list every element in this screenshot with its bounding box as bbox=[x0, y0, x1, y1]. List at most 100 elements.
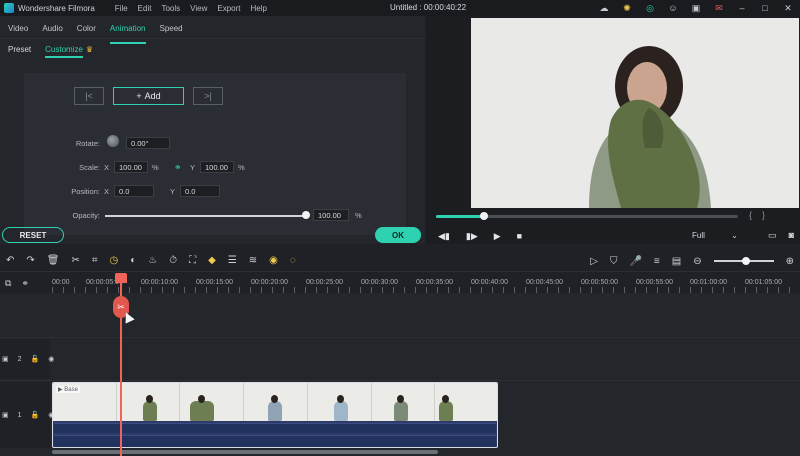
tab-video[interactable]: Video bbox=[8, 24, 28, 38]
preview-person-image bbox=[471, 18, 799, 208]
playhead-handle[interactable] bbox=[115, 273, 127, 283]
user-icon[interactable]: ☺ bbox=[667, 2, 679, 14]
lock-icon[interactable]: 🔓 bbox=[31, 355, 40, 363]
link-icon[interactable]: ⚭ bbox=[174, 162, 182, 173]
zoom-out-icon[interactable]: ⊖ bbox=[693, 256, 701, 267]
video-clip[interactable]: ▶ Base bbox=[52, 382, 498, 448]
position-y-axis: Y bbox=[170, 187, 176, 196]
preview-panel: {} ◀▮ ▮▶ ▶ ■ Full ⌄ ▭ ◙ bbox=[426, 16, 800, 244]
edit-panel: Video Audio Color Animation Speed Preset… bbox=[0, 16, 425, 244]
zoom-slider-thumb[interactable] bbox=[741, 257, 750, 265]
link-track-icon[interactable]: ⚭ bbox=[21, 278, 29, 293]
menu-help[interactable]: Help bbox=[250, 4, 266, 13]
subtab-customize[interactable]: Customize bbox=[45, 45, 83, 54]
timeline-toolbar-right: ▷ ⛉ 🎤 ≡ ▤ ⊖ ⊕ bbox=[590, 250, 794, 272]
play-reverse-icon[interactable]: ▮▶ bbox=[466, 231, 478, 242]
undo-icon[interactable]: ↶ bbox=[6, 255, 14, 266]
opacity-slider-thumb[interactable] bbox=[302, 211, 310, 219]
cut-icon[interactable]: ✂ bbox=[71, 255, 79, 266]
stop-icon[interactable]: ■ bbox=[517, 231, 522, 242]
tab-color[interactable]: Color bbox=[77, 24, 96, 38]
ok-button[interactable]: OK bbox=[375, 227, 421, 243]
tab-animation[interactable]: Animation bbox=[109, 24, 146, 44]
timer-icon[interactable]: ⏱ bbox=[169, 255, 177, 266]
keyframe-icon[interactable]: ◆ bbox=[208, 255, 216, 266]
keyframe-editor: |< + Add >| Rotate: 0.00° Scale: X 100.0… bbox=[24, 73, 406, 235]
menu-edit[interactable]: Edit bbox=[138, 4, 152, 13]
lock-icon[interactable]: 🔓 bbox=[31, 411, 40, 419]
tab-speed[interactable]: Speed bbox=[160, 24, 183, 38]
marker-icon[interactable]: ⛉ bbox=[610, 256, 618, 267]
position-x-field[interactable]: 0.0 bbox=[114, 185, 154, 197]
snap-icon[interactable]: ▤ bbox=[672, 256, 681, 267]
video-preview bbox=[471, 18, 799, 208]
preview-progress bbox=[436, 215, 485, 218]
add-keyframe-button[interactable]: + Add bbox=[113, 87, 184, 105]
subtab-preset[interactable]: Preset bbox=[8, 45, 31, 59]
title-icons: ☁ ✺ ◎ ☺ ▣ ✉ – □ ✕ bbox=[598, 2, 794, 14]
mixer-icon[interactable]: ≡ bbox=[654, 256, 660, 267]
track-header-1: ▣1 🔓 ◉ bbox=[0, 382, 54, 448]
menu-view[interactable]: View bbox=[190, 4, 207, 13]
quality-select[interactable]: Full ⌄ bbox=[692, 231, 744, 240]
zoom-in-icon[interactable]: ⊕ bbox=[786, 256, 794, 267]
eye-icon[interactable]: ◉ bbox=[48, 355, 54, 363]
ruler-label: 00:01:05:00 bbox=[745, 279, 782, 286]
save-icon[interactable]: ▣ bbox=[690, 2, 702, 14]
clip-thumbnail bbox=[116, 383, 181, 421]
opacity-slider[interactable] bbox=[105, 215, 307, 217]
motion-tracking-icon[interactable]: ◉ bbox=[269, 255, 278, 266]
position-y-field[interactable]: 0.0 bbox=[180, 185, 220, 197]
monitor-icon[interactable]: ▭ bbox=[768, 230, 777, 241]
scale-x-field[interactable]: 100.00 bbox=[114, 161, 148, 173]
menu-tools[interactable]: Tools bbox=[161, 4, 180, 13]
next-keyframe-button[interactable]: >| bbox=[193, 87, 223, 105]
support-icon[interactable]: ◎ bbox=[644, 2, 656, 14]
minimize-icon[interactable]: – bbox=[736, 2, 748, 14]
adjust-icon[interactable]: ☰ bbox=[228, 255, 237, 266]
timeline-scrollbar[interactable] bbox=[52, 450, 438, 454]
scale-y-unit: % bbox=[238, 163, 245, 172]
color-icon[interactable]: ◐ bbox=[130, 255, 136, 266]
previous-frame-icon[interactable]: ◀▮ bbox=[438, 231, 450, 242]
ruler-label: 00:00 bbox=[52, 279, 70, 286]
redo-icon[interactable]: ↷ bbox=[26, 255, 34, 266]
menu-file[interactable]: File bbox=[115, 4, 128, 13]
clip-thumbnail bbox=[244, 383, 308, 421]
zoom-slider[interactable] bbox=[713, 257, 774, 265]
stabilize-icon[interactable]: ♨ bbox=[148, 255, 157, 266]
subtab-customize-wrap[interactable]: Customize ♛ bbox=[45, 45, 93, 59]
clip-thumbnail bbox=[180, 383, 245, 421]
add-track-icon[interactable]: ⧉ bbox=[5, 278, 11, 293]
render-icon[interactable]: ▷ bbox=[590, 256, 598, 267]
ruler-label: 00:01:00:00 bbox=[690, 279, 727, 286]
crop-icon[interactable]: ⌗ bbox=[92, 255, 98, 266]
tab-audio[interactable]: Audio bbox=[42, 24, 62, 38]
opacity-field[interactable]: 100.00 bbox=[313, 209, 349, 221]
reset-button[interactable]: RESET bbox=[2, 227, 64, 243]
menu-export[interactable]: Export bbox=[217, 4, 240, 13]
play-icon[interactable]: ▶ bbox=[494, 231, 501, 242]
scale-y-field[interactable]: 100.00 bbox=[200, 161, 234, 173]
prev-keyframe-button[interactable]: |< bbox=[74, 87, 104, 105]
microphone-icon[interactable]: 🎤 bbox=[629, 256, 641, 267]
speed-icon[interactable]: ◷ bbox=[110, 255, 119, 266]
rotate-dial[interactable] bbox=[107, 135, 119, 147]
bulb-icon[interactable]: ✺ bbox=[621, 2, 633, 14]
cloud-icon[interactable]: ☁ bbox=[598, 2, 610, 14]
fullscreen-icon[interactable]: ⛶ bbox=[189, 255, 196, 266]
mark-in-out[interactable]: {} bbox=[749, 210, 775, 220]
opacity-unit: % bbox=[355, 211, 362, 220]
effect-icon[interactable]: ◌ bbox=[290, 255, 296, 266]
close-icon[interactable]: ✕ bbox=[782, 2, 794, 14]
position-x-axis: X bbox=[104, 187, 110, 196]
rotate-field[interactable]: 0.00° bbox=[126, 137, 170, 149]
snapshot-icon[interactable]: ◙ bbox=[789, 230, 794, 241]
track-number: 1 bbox=[17, 411, 22, 419]
maximize-icon[interactable]: □ bbox=[759, 2, 771, 14]
delete-icon[interactable]: 🗑 bbox=[47, 255, 60, 266]
audio-wave-icon[interactable]: ≋ bbox=[249, 255, 257, 266]
mail-icon[interactable]: ✉ bbox=[713, 2, 725, 14]
preview-scrub-thumb[interactable] bbox=[480, 212, 489, 220]
opacity-label: Opacity: bbox=[72, 211, 100, 220]
